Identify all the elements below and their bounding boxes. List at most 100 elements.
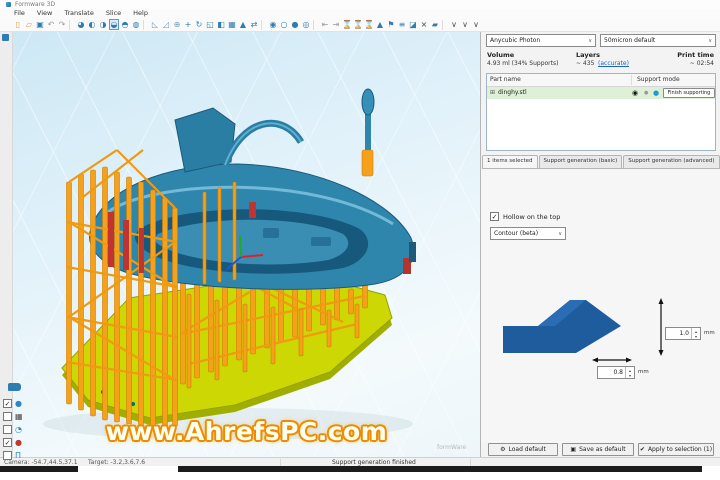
- panel-tabs: 1 items selected Support generation (basi…: [482, 155, 720, 169]
- show-supports-checkbox[interactable]: ✓: [3, 398, 12, 408]
- layers-label: Layers: [576, 51, 601, 59]
- printer-select[interactable]: Anycubic Photon ∨: [486, 34, 596, 47]
- target-coordinates: Target: -3.2,3.6,7.6: [88, 459, 146, 466]
- show-platform-row: Π: [3, 450, 23, 460]
- xray-view-icon[interactable]: ◎: [301, 19, 311, 30]
- text-tool-icon[interactable]: ▲: [238, 19, 248, 30]
- table-row-dinghy[interactable]: ⊞ dinghy.stl ◉ ● ● Finish supporting: [487, 87, 715, 99]
- visibility-eye-icon[interactable]: ◉: [632, 87, 638, 99]
- toolbar-separator: [442, 19, 447, 30]
- profile-select[interactable]: 50micron default ∨: [600, 34, 716, 47]
- solid-view-icon[interactable]: ●: [290, 19, 300, 30]
- window-title: Formware 3D: [15, 1, 56, 8]
- statusbar-divider: [470, 459, 471, 466]
- cut-icon[interactable]: ×: [419, 19, 429, 30]
- status-bar: Camera: -54.7,44.5,37.1 Target: -3.2,3.6…: [0, 457, 720, 466]
- array-icon[interactable]: ▦: [227, 19, 237, 30]
- contour-select-value: Contour (beta): [494, 230, 539, 237]
- more-dropdown-2-icon[interactable]: ∨: [460, 19, 470, 30]
- view-orbit-icon[interactable]: ◕: [76, 19, 86, 30]
- parts-table: Part name Support mode ⊞ dinghy.stl ◉ ● …: [486, 73, 716, 151]
- lock-icon[interactable]: ●: [644, 87, 648, 99]
- view-left-icon[interactable]: ◒: [109, 19, 119, 30]
- show-overhangs-icon: ●: [15, 437, 22, 447]
- col-support-mode: Support mode: [637, 76, 680, 83]
- spinner-arrows-icon[interactable]: ▴ ▾: [691, 328, 700, 339]
- center-model-icon[interactable]: ⊕: [172, 19, 182, 30]
- view-right-icon[interactable]: ◓: [120, 19, 130, 30]
- rotate-icon[interactable]: ↻: [194, 19, 204, 30]
- model-dinghy-with-supports[interactable]: [13, 32, 480, 457]
- more-dropdown-1-icon[interactable]: ∨: [449, 19, 459, 30]
- layers-accurate-link[interactable]: (accurate): [598, 60, 629, 67]
- lay-flat-icon[interactable]: ◿: [161, 19, 171, 30]
- spinner-arrows-icon[interactable]: ▴ ▾: [625, 367, 634, 378]
- save-icon[interactable]: ▣: [35, 19, 45, 30]
- export-icon[interactable]: ▰: [430, 19, 440, 30]
- menu-view[interactable]: View: [37, 9, 52, 18]
- show-overhangs-checkbox[interactable]: ✓: [3, 437, 12, 447]
- mask-icon[interactable]: ◪: [408, 19, 418, 30]
- save-as-default-button[interactable]: ▣ Save as default: [562, 443, 634, 456]
- tree-expand-icon[interactable]: ⊞: [490, 87, 495, 99]
- finish-supporting-button[interactable]: Finish supporting: [663, 88, 715, 98]
- move-icon[interactable]: +: [183, 19, 193, 30]
- menu-file[interactable]: File: [14, 9, 25, 18]
- toolbar-separator: [313, 19, 318, 30]
- load-default-button[interactable]: ⚙ Load default: [488, 443, 558, 456]
- height-dimension-arrow: [658, 298, 664, 356]
- island-detect-icon[interactable]: ▲: [375, 19, 385, 30]
- show-platform-checkbox[interactable]: [3, 450, 12, 460]
- menu-slice[interactable]: Slice: [106, 9, 121, 18]
- left-panel-icon[interactable]: [2, 34, 9, 41]
- flag-icon[interactable]: ⚑: [386, 19, 396, 30]
- tab-support-generation-advanced-[interactable]: Support generation (advanced): [623, 155, 720, 168]
- apply-to-selection-icon: ✔: [639, 446, 645, 453]
- wireframe-view-icon[interactable]: ○: [279, 19, 289, 30]
- undo-icon[interactable]: ↶: [46, 19, 56, 30]
- show-model-checkbox[interactable]: [3, 424, 12, 434]
- mirror-icon[interactable]: ◧: [216, 19, 226, 30]
- parts-table-header: Part name Support mode: [487, 74, 715, 87]
- view-back-icon[interactable]: ◑: [98, 19, 108, 30]
- view-top-icon[interactable]: ◍: [131, 19, 141, 30]
- hollow-width-input[interactable]: 0.8 ▴ ▾: [597, 366, 635, 379]
- show-grid-checkbox[interactable]: [3, 411, 12, 421]
- drop-to-plate-icon[interactable]: ◺: [150, 19, 160, 30]
- tab-1-items-selected[interactable]: 1 items selected: [482, 155, 538, 168]
- redo-icon[interactable]: ↷: [57, 19, 67, 30]
- hollow-width-value: 0.8: [613, 369, 623, 376]
- viewport-3d[interactable]: [13, 32, 480, 457]
- status-message: Support generation finished: [332, 459, 416, 466]
- section-tool-icon[interactable]: [8, 383, 21, 391]
- volume-value: 4.93 ml (34% Supports): [487, 60, 559, 67]
- infill-tool-icon[interactable]: ⌛: [353, 19, 363, 30]
- menu-help[interactable]: Help: [133, 9, 148, 18]
- show-grid-icon: ▦: [15, 411, 23, 421]
- main-area: ✓ ● ▦ ◔ ✓ ● Π www.AhrefsPC.com formWare Anycub…: [0, 32, 720, 460]
- open-file-icon[interactable]: ▱: [24, 19, 34, 30]
- slice-preview-icon[interactable]: ≡: [397, 19, 407, 30]
- new-file-icon[interactable]: ▯: [13, 19, 23, 30]
- measure-icon[interactable]: ⇄: [249, 19, 259, 30]
- hollow-on-top-checkbox[interactable]: ✓: [490, 212, 499, 221]
- column-divider: [631, 75, 632, 85]
- apply-to-selection-button[interactable]: ✔ Apply to selection (1): [638, 443, 714, 456]
- contour-select[interactable]: Contour (beta) ∨: [490, 227, 566, 240]
- clip-end-icon[interactable]: ⇥: [331, 19, 341, 30]
- app-window: Formware 3D File View Translate Slice Help ▯…: [0, 0, 720, 480]
- drain-hole-icon[interactable]: ⌛: [364, 19, 374, 30]
- hollow-height-input[interactable]: 1.0 ▴ ▾: [665, 327, 701, 340]
- scale-icon[interactable]: ◱: [205, 19, 215, 30]
- more-dropdown-3-icon[interactable]: ∨: [471, 19, 481, 30]
- col-part-name: Part name: [490, 76, 521, 83]
- hollow-tool-icon[interactable]: ⌛: [342, 19, 352, 30]
- shaded-view-icon[interactable]: ◉: [268, 19, 278, 30]
- toolbar-separator: [261, 19, 266, 30]
- view-front-icon[interactable]: ◐: [87, 19, 97, 30]
- clip-start-icon[interactable]: ⇤: [320, 19, 330, 30]
- volume-label: Volume: [487, 51, 515, 59]
- menu-translate[interactable]: Translate: [64, 9, 94, 18]
- tab-support-generation-basic-[interactable]: Support generation (basic): [538, 155, 623, 168]
- hollow-on-top-label: Hollow on the top: [503, 213, 561, 221]
